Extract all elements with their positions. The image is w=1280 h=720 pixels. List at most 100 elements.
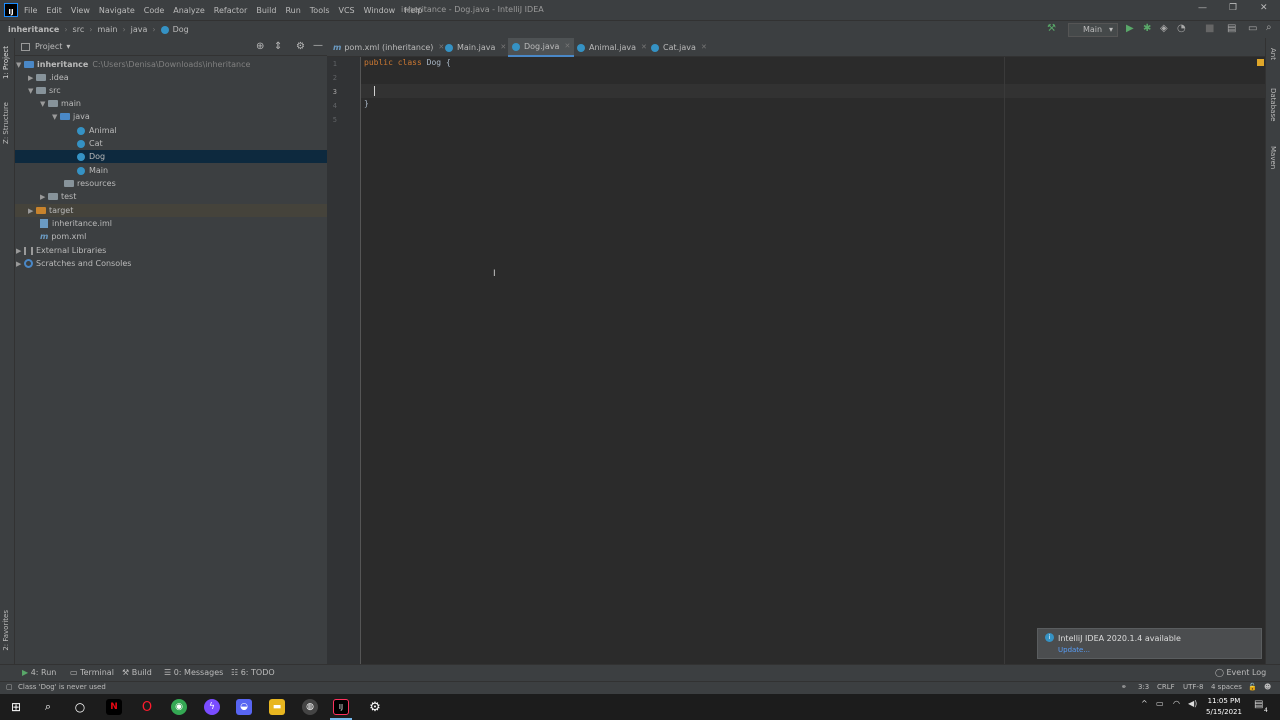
tree-item-java[interactable]: ▼ java (15, 110, 327, 123)
event-log-button[interactable]: ◯ Event Log (1215, 668, 1266, 677)
close-icon[interactable]: ✕ (1260, 3, 1268, 13)
locate-icon[interactable]: ⊕ (256, 41, 264, 52)
tree-item-main[interactable]: ▼ main (15, 97, 327, 110)
menu-tools[interactable]: Tools (310, 6, 330, 15)
volume-icon[interactable]: ◀) (1188, 699, 1197, 708)
restore-icon[interactable]: ❐ (1229, 3, 1237, 13)
hide-panel-icon[interactable]: — (313, 40, 323, 51)
coverage-icon[interactable]: ◈ (1160, 23, 1168, 34)
breadcrumb-java[interactable]: java (131, 25, 148, 34)
tab-main-java[interactable]: Main.java ✕ (445, 38, 506, 57)
tree-item-external-libraries[interactable]: ▶ External Libraries (15, 244, 327, 257)
run-tool-button[interactable]: ▶ 4: Run (22, 668, 56, 677)
favorites-tool-tab[interactable]: 2: Favorites (2, 610, 10, 651)
update-link[interactable]: Update... (1058, 646, 1090, 654)
close-tab-icon[interactable]: ✕ (701, 38, 707, 57)
inspector-icon[interactable]: ☻ (1264, 683, 1271, 691)
windows-start-icon[interactable]: ⊞ (8, 699, 24, 715)
indent-setting[interactable]: 4 spaces (1211, 683, 1242, 691)
menu-analyze[interactable]: Analyze (173, 6, 205, 15)
close-tab-icon[interactable]: ✕ (564, 37, 570, 56)
menu-build[interactable]: Build (256, 6, 276, 15)
steam-icon[interactable]: ◍ (302, 699, 318, 715)
project-view-select[interactable]: Project (35, 42, 62, 51)
terminal-tool-button[interactable]: ▭ Terminal (70, 668, 114, 677)
gear-icon[interactable]: ⚙ (296, 41, 305, 52)
wifi-icon[interactable]: ◠ (1173, 699, 1180, 708)
build-tool-button[interactable]: ⚒ Build (122, 668, 152, 677)
project-tool-tab[interactable]: 1: Project (2, 46, 10, 79)
menu-code[interactable]: Code (144, 6, 164, 15)
breadcrumb-dog[interactable]: Dog (173, 25, 189, 34)
tree-item-main-class[interactable]: Main (15, 164, 327, 177)
menu-vcs[interactable]: VCS (339, 6, 355, 15)
chrome-icon[interactable]: ◉ (171, 699, 187, 715)
file-encoding[interactable]: UTF-8 (1183, 683, 1203, 691)
tree-item-test[interactable]: ▶ test (15, 190, 327, 203)
line-separator[interactable]: CRLF (1157, 683, 1175, 691)
menu-navigate[interactable]: Navigate (99, 6, 135, 15)
discord-icon[interactable]: ◒ (236, 699, 252, 715)
code-editor[interactable]: public class Dog { } I (361, 57, 1265, 664)
search-icon[interactable]: ⌕ (40, 699, 56, 715)
tree-item-pom[interactable]: m pom.xml (15, 230, 327, 243)
menu-run[interactable]: Run (285, 6, 300, 15)
menu-refactor[interactable]: Refactor (214, 6, 248, 15)
project-structure-icon[interactable]: ▤ (1227, 23, 1236, 34)
settings-gear-icon[interactable]: ⚙ (367, 699, 383, 715)
stop-icon[interactable]: ■ (1205, 23, 1214, 34)
tree-item-animal[interactable]: Animal (15, 124, 327, 137)
tray-device-icon[interactable]: ▭ (1156, 699, 1164, 708)
tab-pom-xml[interactable]: m pom.xml (inheritance) ✕ (333, 38, 444, 57)
tree-item-iml[interactable]: inheritance.iml (15, 217, 327, 230)
collapse-all-icon[interactable]: ⇕ (274, 41, 282, 52)
tree-item-src[interactable]: ▼ src (15, 84, 327, 97)
warning-marker[interactable] (1257, 59, 1264, 66)
database-tool-tab[interactable]: Database (1269, 88, 1277, 121)
lock-icon[interactable]: 🔓 (1248, 683, 1257, 691)
task-view-icon[interactable]: ○ (72, 699, 88, 715)
opera-icon[interactable]: O (139, 699, 155, 715)
structure-tool-tab[interactable]: Z: Structure (2, 102, 10, 144)
minimize-icon[interactable]: — (1198, 3, 1207, 13)
tab-cat-java[interactable]: Cat.java ✕ (651, 38, 707, 57)
tree-item-cat[interactable]: Cat (15, 137, 327, 150)
tree-item-dog[interactable]: Dog (15, 150, 327, 163)
tree-item-resources[interactable]: resources (15, 177, 327, 190)
debug-icon[interactable]: ✱ (1143, 23, 1151, 34)
tree-item-target[interactable]: ▶ target (15, 204, 327, 217)
file-explorer-icon[interactable]: ▬ (269, 699, 285, 715)
git-icon[interactable]: ⚭ (1121, 683, 1127, 691)
close-tab-icon[interactable]: ✕ (438, 38, 444, 57)
layout-icon[interactable]: ▭ (1248, 23, 1257, 34)
menu-window[interactable]: Window (364, 6, 396, 15)
taskbar-clock[interactable]: 11:05 PM 5/15/2021 (1200, 696, 1248, 718)
profile-icon[interactable]: ◔ (1177, 23, 1186, 34)
caret-position[interactable]: 3:3 (1138, 683, 1149, 691)
run-icon[interactable]: ▶ (1126, 23, 1134, 34)
ant-tool-tab[interactable]: Ant (1269, 48, 1277, 60)
tab-animal-java[interactable]: Animal.java ✕ (577, 38, 647, 57)
tree-item-idea[interactable]: ▶ .idea (15, 71, 327, 84)
close-tab-icon[interactable]: ✕ (641, 38, 647, 57)
close-tab-icon[interactable]: ✕ (500, 38, 506, 57)
tab-dog-java[interactable]: Dog.java ✕ (508, 37, 575, 57)
todo-tool-button[interactable]: ☷ 6: TODO (231, 668, 275, 677)
menu-view[interactable]: View (71, 6, 90, 15)
search-icon[interactable]: ⌕ (1266, 22, 1272, 33)
action-center-icon[interactable]: ▤ (1254, 699, 1263, 710)
hammer-build-icon[interactable]: ⚒ (1047, 23, 1056, 34)
run-configuration-select[interactable]: Main ▾ (1068, 23, 1118, 37)
messages-tool-button[interactable]: ☰ 0: Messages (164, 668, 223, 677)
menu-edit[interactable]: Edit (46, 6, 62, 15)
breadcrumb-main[interactable]: main (97, 25, 117, 34)
maven-tool-tab[interactable]: Maven (1269, 146, 1277, 169)
intellij-taskbar-icon[interactable]: IJ (333, 699, 349, 715)
breadcrumb-project[interactable]: inheritance (8, 25, 59, 34)
breadcrumb-src[interactable]: src (73, 25, 85, 34)
messenger-icon[interactable]: ϟ (204, 699, 220, 715)
menu-file[interactable]: File (24, 6, 37, 15)
tree-item-scratches[interactable]: ▶ Scratches and Consoles (15, 257, 327, 270)
tree-item-inheritance[interactable]: ▼ inheritance C:\Users\Denisa\Downloads\in… (15, 58, 327, 71)
tray-chevron-icon[interactable]: ^ (1141, 699, 1148, 708)
